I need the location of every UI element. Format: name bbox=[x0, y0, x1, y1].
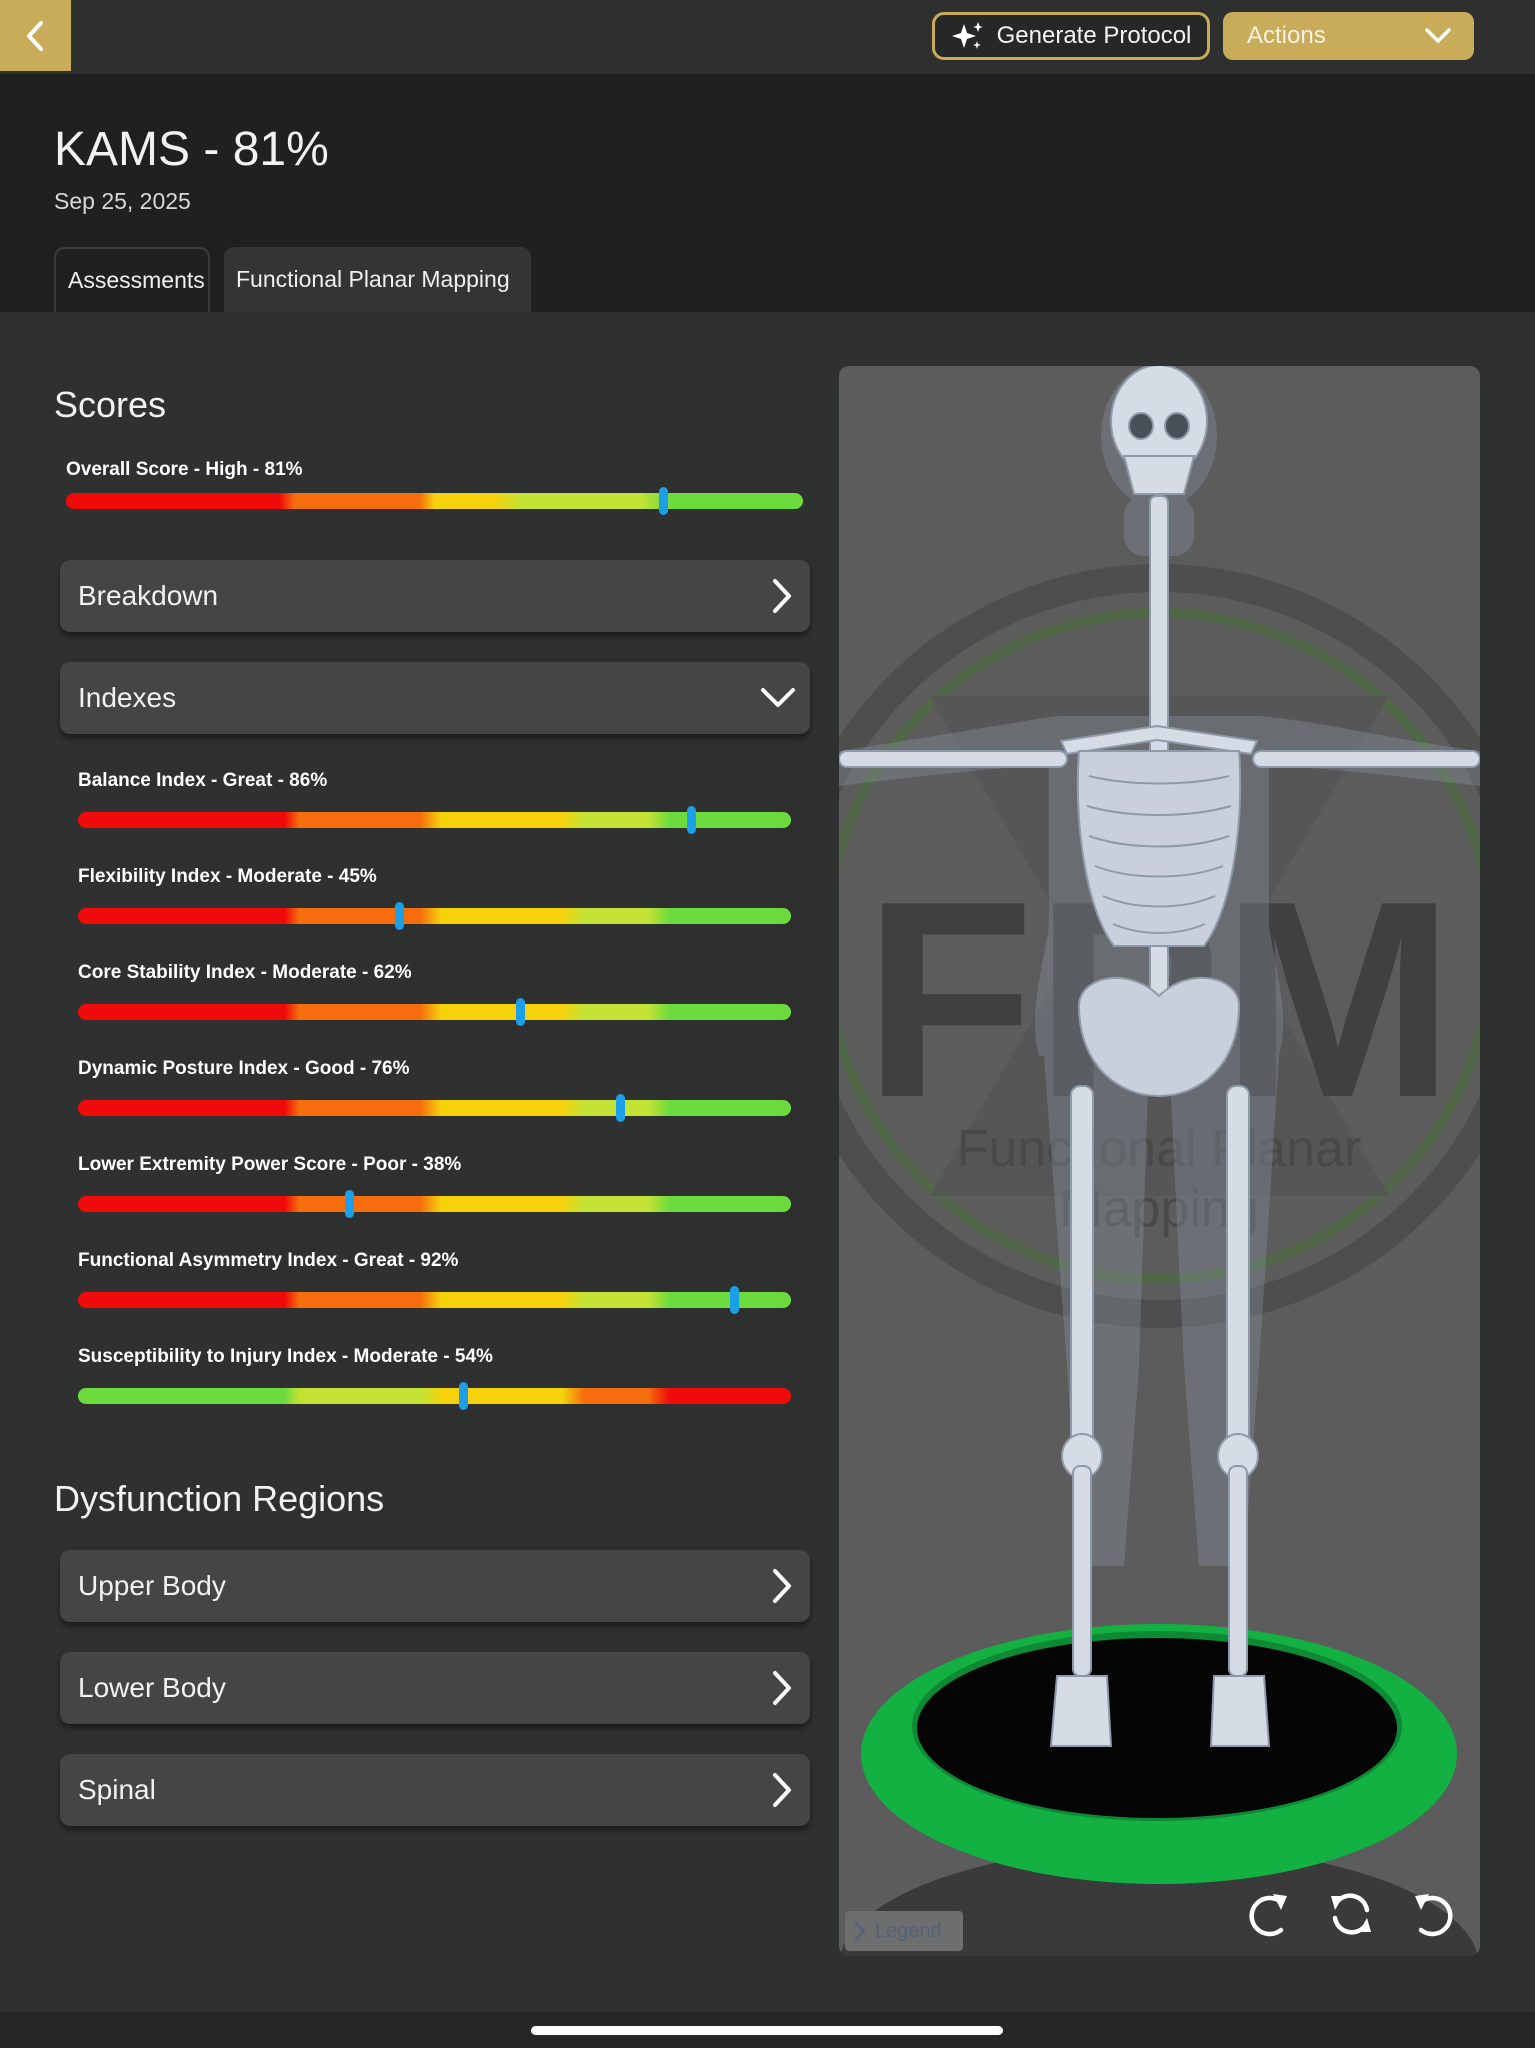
assessment-date: Sep 25, 2025 bbox=[54, 188, 191, 214]
region-row-lower-body[interactable]: Lower Body bbox=[60, 1652, 810, 1724]
legend-button[interactable]: Legend bbox=[845, 1911, 963, 1951]
platform bbox=[861, 1624, 1457, 1884]
skeleton-3d-viewer[interactable]: FPM Functional Planar Mapping bbox=[839, 366, 1480, 1956]
generate-protocol-label: Generate Protocol bbox=[996, 22, 1192, 49]
dysfunction-regions-title: Dysfunction Regions bbox=[54, 1478, 385, 1519]
region-label: Upper Body bbox=[78, 1570, 226, 1601]
chevron-left-icon bbox=[26, 20, 43, 51]
indexes-row[interactable]: Indexes bbox=[60, 662, 810, 734]
chevron-right-icon bbox=[854, 1921, 866, 1941]
index-score-marker bbox=[687, 806, 697, 834]
index-score-bar bbox=[78, 812, 791, 828]
back-button[interactable] bbox=[0, 0, 71, 71]
index-score-marker bbox=[615, 1094, 625, 1122]
index-score-bar bbox=[78, 1100, 791, 1116]
indexes-label: Indexes bbox=[78, 682, 177, 713]
page-header: KAMS - 81% Sep 25, 2025 Assessments Func… bbox=[0, 74, 1535, 312]
home-indicator bbox=[531, 2026, 1003, 2035]
region-label: Spinal bbox=[78, 1774, 156, 1805]
actions-label: Actions bbox=[1247, 22, 1326, 49]
sparkle-icon bbox=[951, 22, 983, 49]
tab-label: Functional Planar Mapping bbox=[236, 266, 510, 292]
scores-title: Scores bbox=[54, 384, 167, 425]
chevron-right-icon bbox=[773, 579, 791, 613]
tab-label: Assessments bbox=[68, 267, 205, 293]
rotate-right-icon[interactable] bbox=[1241, 1886, 1297, 1942]
overall-score-label: Overall Score - High - 81% bbox=[66, 459, 303, 480]
index-score-bar bbox=[78, 908, 791, 924]
chevron-right-icon bbox=[773, 1773, 791, 1807]
page-title: KAMS - 81% bbox=[54, 123, 329, 176]
index-label: Lower Extremity Power Score - Poor - 38% bbox=[78, 1154, 462, 1175]
index-score-marker bbox=[729, 1286, 739, 1314]
rotate-left-icon[interactable] bbox=[1405, 1886, 1461, 1942]
actions-dropdown[interactable]: Actions bbox=[1223, 12, 1474, 60]
legend-label: Legend bbox=[875, 1919, 942, 1942]
chevron-down-icon bbox=[761, 688, 795, 707]
index-score-marker bbox=[459, 1382, 469, 1410]
breakdown-label: Breakdown bbox=[78, 580, 219, 611]
index-score-bar bbox=[78, 1292, 791, 1308]
region-label: Lower Body bbox=[78, 1672, 226, 1703]
region-row-spinal[interactable]: Spinal bbox=[60, 1754, 810, 1826]
index-score-marker bbox=[394, 902, 404, 930]
top-bar: Generate Protocol Actions bbox=[0, 0, 1535, 74]
index-score-bar bbox=[78, 1004, 791, 1020]
generate-protocol-button[interactable]: Generate Protocol bbox=[932, 12, 1210, 60]
index-score-marker bbox=[344, 1190, 354, 1218]
watermark-line1: Functional Planar bbox=[957, 1120, 1362, 1178]
chevron-right-icon bbox=[773, 1671, 791, 1705]
index-label: Dynamic Posture Index - Good - 76% bbox=[78, 1058, 410, 1079]
index-score-bar bbox=[78, 1388, 791, 1404]
index-label: Core Stability Index - Moderate - 62% bbox=[78, 962, 412, 983]
chevron-down-icon bbox=[1425, 28, 1451, 43]
index-label: Functional Asymmetry Index - Great - 92% bbox=[78, 1250, 459, 1271]
region-row-upper-body[interactable]: Upper Body bbox=[60, 1550, 810, 1622]
index-score-marker bbox=[516, 998, 526, 1026]
index-label: Susceptibility to Injury Index - Moderat… bbox=[78, 1346, 493, 1367]
overall-score-marker bbox=[658, 487, 668, 515]
index-label: Flexibility Index - Moderate - 45% bbox=[78, 866, 377, 887]
chevron-right-icon bbox=[773, 1569, 791, 1603]
tab-assessments[interactable]: Assessments bbox=[54, 247, 210, 312]
index-score-bar bbox=[78, 1196, 791, 1212]
skeleton-scene: FPM Functional Planar Mapping bbox=[839, 366, 1480, 1956]
index-label: Balance Index - Great - 86% bbox=[78, 770, 328, 791]
reset-rotation-icon[interactable] bbox=[1323, 1886, 1379, 1942]
overall-score-bar bbox=[66, 493, 803, 509]
tab-functional-planar-mapping[interactable]: Functional Planar Mapping bbox=[224, 247, 531, 312]
breakdown-row[interactable]: Breakdown bbox=[60, 560, 810, 632]
